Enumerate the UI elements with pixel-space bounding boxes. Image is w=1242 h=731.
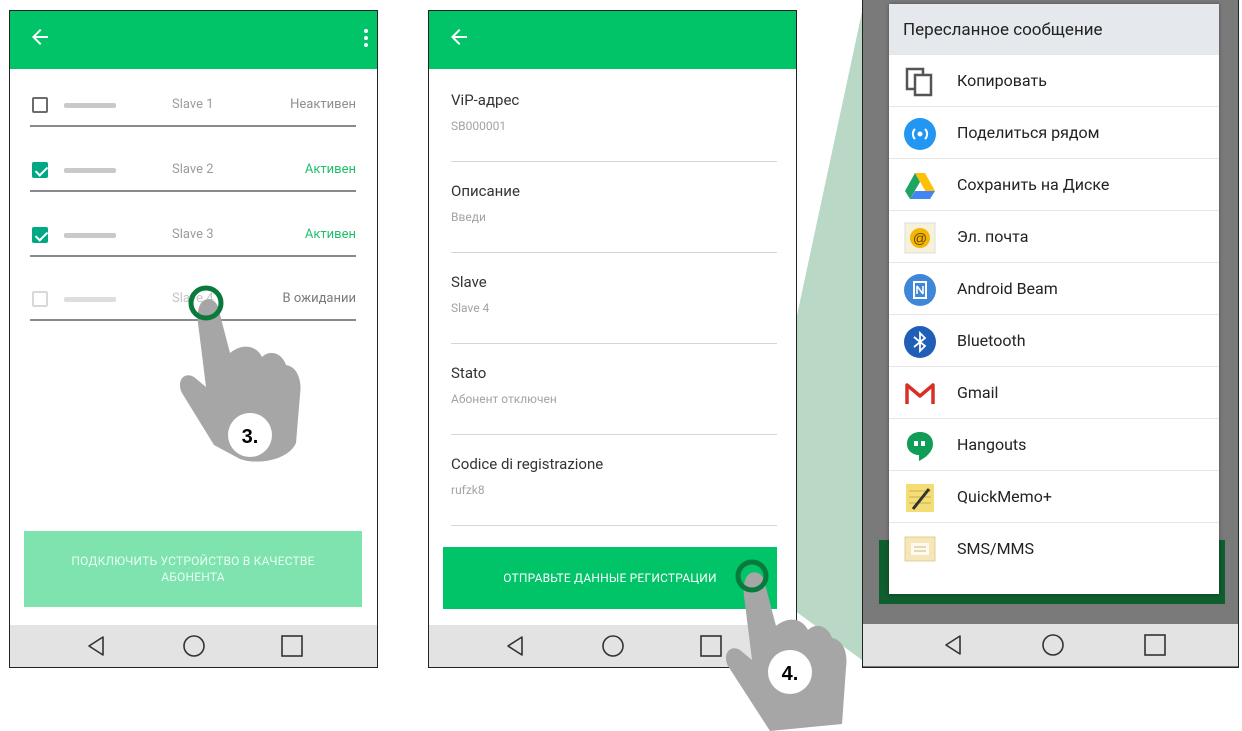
phone-screen-slave-list: Slave 1 Неактивен Slave 2 Активен Slave … (9, 10, 378, 668)
blurred-device-name (64, 233, 116, 238)
status-text: В ожидании (282, 291, 357, 306)
slave-name: Slave 3 (172, 227, 214, 242)
share-option-email[interactable]: @ Эл. почта (889, 210, 1219, 263)
slave-row[interactable]: Slave 1 Неактивен (30, 85, 356, 127)
checkbox-checked[interactable] (32, 162, 48, 178)
field-label: Stato (451, 364, 487, 382)
description-field[interactable]: Описание Введи (451, 182, 777, 253)
blurred-device-name (64, 297, 116, 302)
checkbox-checked[interactable] (32, 227, 48, 243)
field-value: Абонент отключен (451, 392, 557, 406)
status-text: Неактивен (290, 97, 356, 112)
back-arrow-icon[interactable] (28, 25, 52, 49)
nav-home-icon[interactable] (182, 634, 206, 658)
share-option-copy[interactable]: Копировать (889, 54, 1219, 107)
share-option-label: Gmail (957, 383, 999, 402)
blurred-device-name (64, 168, 116, 173)
nav-back-icon[interactable] (941, 633, 965, 657)
share-option-label: Копировать (957, 71, 1047, 90)
app-bar (429, 11, 796, 69)
field-label: Codice di registrazione (451, 455, 604, 473)
share-dialog: Пересланное сообщение Копировать Поделит… (889, 4, 1219, 594)
share-option-label: Hangouts (957, 435, 1027, 454)
gmail-icon (905, 383, 935, 404)
share-option-nearby[interactable]: Поделиться рядом (889, 106, 1219, 159)
share-option-gmail[interactable]: Gmail (889, 366, 1219, 419)
nearby-share-icon (904, 118, 936, 150)
status-text: Активен (304, 227, 356, 242)
share-option-label: Сохранить на Диске (957, 175, 1110, 194)
phone-screen-share-dialog: Пересланное сообщение Копировать Поделит… (862, 0, 1239, 668)
sms-icon (904, 536, 936, 562)
share-option-hangouts[interactable]: Hangouts (889, 418, 1219, 471)
field-value: Введи (451, 210, 486, 224)
share-option-sms[interactable]: SMS/MMS (889, 522, 1219, 575)
share-option-label: Поделиться рядом (957, 123, 1100, 142)
svg-text:@: @ (913, 230, 927, 246)
share-option-drive[interactable]: Сохранить на Диске (889, 158, 1219, 211)
registration-code-field[interactable]: Codice di registrazione rufzk8 (451, 455, 777, 526)
share-dialog-title: Пересланное сообщение (889, 4, 1219, 54)
slave-row[interactable]: Slave 4 В ожидании (30, 279, 356, 321)
nav-home-icon[interactable] (601, 634, 625, 658)
share-option-android-beam[interactable]: Android Beam (889, 262, 1219, 315)
copy-icon (905, 67, 933, 97)
dialog-title-text: Пересланное сообщение (903, 20, 1103, 40)
nav-back-icon[interactable] (84, 634, 108, 658)
field-label: Slave (451, 273, 487, 291)
app-bar (10, 11, 377, 69)
system-nav-bar (10, 625, 377, 667)
slave-row[interactable]: Slave 2 Активен (30, 150, 356, 192)
share-option-label: Android Beam (957, 279, 1058, 298)
checkbox[interactable] (32, 291, 48, 307)
phone-screen-registration: ViP-адрес SB000001 Описание Введи Slave … (428, 10, 797, 668)
bluetooth-icon (904, 326, 936, 358)
status-field[interactable]: Stato Абонент отключен (451, 364, 777, 435)
send-registration-data-button[interactable]: ОТПРАВЬТЕ ДАННЫЕ РЕГИСТРАЦИИ (443, 547, 777, 609)
slave-field[interactable]: Slave Slave 4 (451, 273, 777, 344)
field-value: SB000001 (451, 119, 507, 133)
nav-recents-icon[interactable] (1143, 633, 1167, 657)
checkbox[interactable] (32, 97, 48, 113)
android-beam-icon (904, 274, 936, 306)
share-option-quickmemo[interactable]: QuickMemo+ (889, 470, 1219, 523)
nav-recents-icon[interactable] (280, 634, 304, 658)
back-arrow-icon[interactable] (447, 25, 471, 49)
email-icon: @ (904, 222, 936, 254)
slave-name: Slave 2 (172, 162, 214, 177)
share-option-label: QuickMemo+ (957, 487, 1052, 506)
share-option-bluetooth[interactable]: Bluetooth (889, 314, 1219, 367)
system-nav-bar (429, 625, 796, 667)
share-option-label: Bluetooth (957, 331, 1026, 350)
field-label: ViP-адрес (451, 91, 520, 109)
overflow-menu-icon[interactable] (363, 29, 369, 51)
blurred-device-name (64, 103, 116, 108)
vip-address-field[interactable]: ViP-адрес SB000001 (451, 91, 777, 162)
field-value: rufzk8 (451, 483, 485, 497)
hangouts-icon (907, 432, 933, 461)
slave-name: Slave 4 (172, 291, 214, 306)
slave-row[interactable]: Slave 3 Активен (30, 215, 356, 257)
system-nav-bar (863, 624, 1238, 666)
google-drive-icon (905, 173, 935, 199)
connect-as-subscriber-button[interactable]: ПОДКЛЮЧИТЬ УСТРОЙСТВО В КАЧЕСТВЕ АБОНЕНТ… (24, 531, 362, 607)
share-option-label: SMS/MMS (957, 539, 1035, 558)
status-text: Активен (304, 162, 356, 177)
nav-home-icon[interactable] (1041, 633, 1065, 657)
nav-back-icon[interactable] (503, 634, 527, 658)
nav-recents-icon[interactable] (699, 634, 723, 658)
quickmemo-icon (906, 484, 934, 512)
field-value: Slave 4 (451, 301, 490, 315)
field-label: Описание (451, 182, 520, 200)
share-option-label: Эл. почта (957, 227, 1029, 246)
slave-name: Slave 1 (172, 97, 214, 112)
